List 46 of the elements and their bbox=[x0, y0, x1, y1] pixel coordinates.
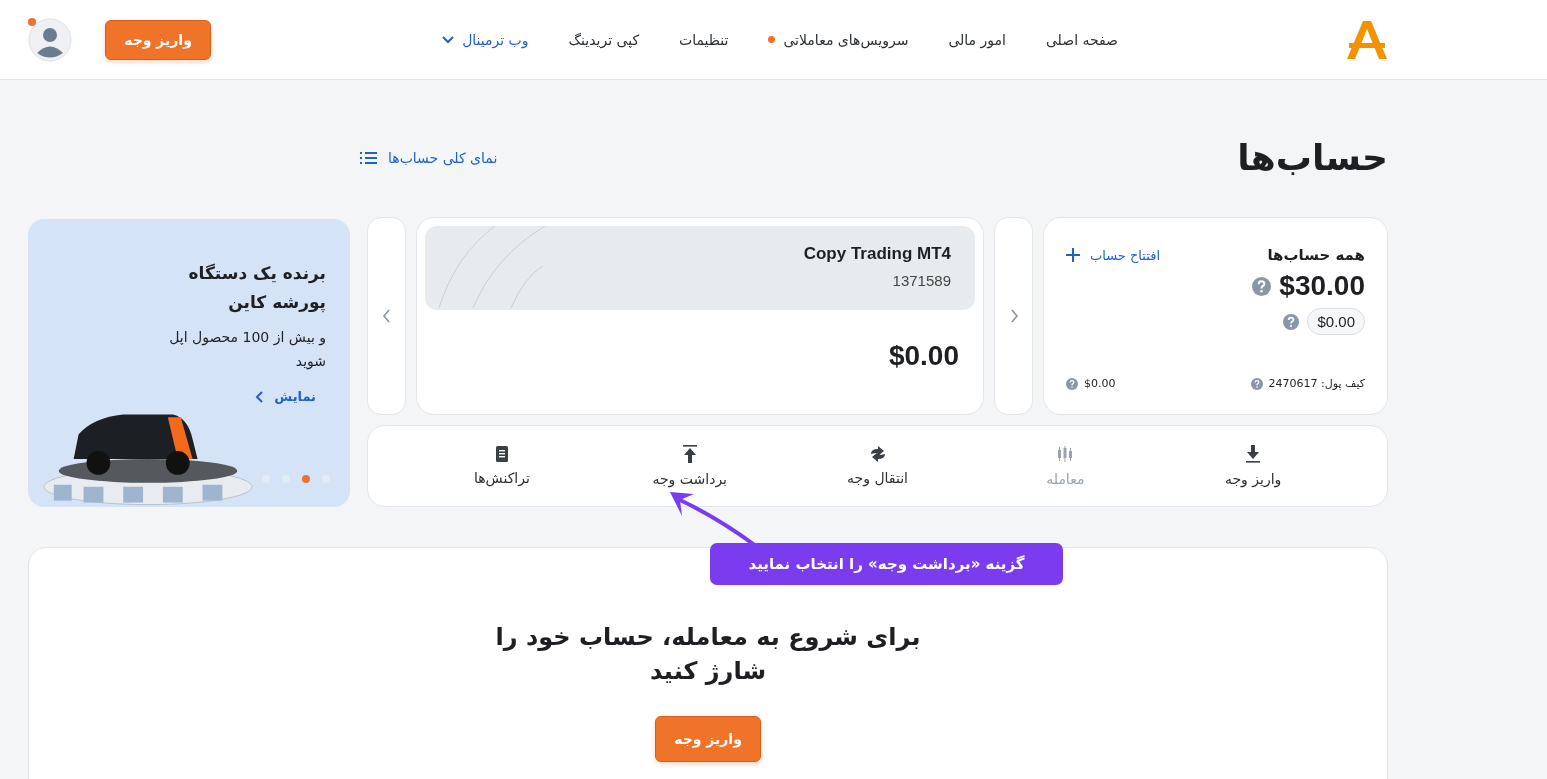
carousel-dot[interactable] bbox=[302, 475, 310, 483]
download-icon bbox=[1245, 445, 1262, 463]
list-icon bbox=[360, 150, 378, 165]
promo-title: برنده یک دستگاه پورشه کاین bbox=[187, 262, 326, 315]
nav-link[interactable]: امور مالی bbox=[948, 31, 1006, 48]
summary-title: همه حساب‌ها bbox=[1267, 246, 1365, 264]
nav-link[interactable]: کپی تریدینگ bbox=[568, 31, 640, 48]
upload-icon bbox=[681, 445, 698, 463]
show-link[interactable]: نمایش bbox=[52, 389, 316, 404]
promo-text: و بیش از 100 محصول اپل شوید bbox=[168, 328, 326, 372]
help-icon[interactable] bbox=[1066, 377, 1078, 390]
chevron-left-icon bbox=[255, 389, 265, 404]
action-item[interactable]: برداشت وجه bbox=[614, 445, 765, 487]
previous-button[interactable] bbox=[367, 217, 406, 415]
chevron-down-icon bbox=[442, 35, 455, 44]
next-button[interactable] bbox=[994, 217, 1033, 415]
candlestick-icon bbox=[1056, 445, 1075, 463]
nav-link[interactable]: سرویس‌های معاملاتی bbox=[768, 31, 909, 48]
help-icon[interactable] bbox=[1250, 377, 1263, 390]
action-item[interactable]: انتقال وجه bbox=[802, 446, 953, 486]
help-icon[interactable] bbox=[1252, 276, 1272, 296]
instruction-callout: گزینه «برداشت وجه» را انتخاب نمایید bbox=[710, 543, 1063, 585]
plus-icon[interactable] bbox=[1066, 248, 1080, 262]
chevron-left-icon bbox=[381, 308, 392, 324]
overview-link[interactable]: نمای کلی حساب‌ها bbox=[360, 149, 498, 166]
account-number: 1371589 bbox=[891, 272, 951, 289]
document-icon bbox=[494, 446, 509, 462]
action-item[interactable]: تراکنش‌ها bbox=[426, 446, 577, 486]
empty-state-heading: برای شروع به معامله، حساب خود را شارژ کنید bbox=[494, 622, 922, 687]
help-icon[interactable] bbox=[1283, 313, 1300, 330]
nav-link[interactable]: صفحه اصلی bbox=[1045, 31, 1118, 48]
account-balance: $0.00 bbox=[887, 340, 959, 372]
nav-link[interactable]: وب ترمینال bbox=[442, 31, 529, 48]
nav-link[interactable]: تنظیمات bbox=[679, 31, 729, 48]
action-item[interactable]: واریز وجه bbox=[1178, 445, 1329, 487]
balance-pill: $0.00 bbox=[1307, 308, 1365, 335]
exchange-arrows-icon bbox=[868, 446, 887, 462]
open-account-link[interactable]: افتتاح حساب bbox=[1090, 247, 1160, 263]
avatar-icon[interactable] bbox=[28, 17, 72, 62]
wallet-id: کیف پول: 2470617 bbox=[1268, 377, 1365, 390]
notification-dot bbox=[768, 36, 776, 43]
account-name: Copy Trading MT4 bbox=[802, 244, 951, 264]
page-title: حساب‌ها bbox=[1237, 137, 1388, 178]
wallet-balance: $0.00 bbox=[1084, 377, 1116, 390]
total-balance: $30.00 bbox=[1279, 270, 1365, 302]
chevron-right-icon bbox=[1008, 308, 1019, 324]
